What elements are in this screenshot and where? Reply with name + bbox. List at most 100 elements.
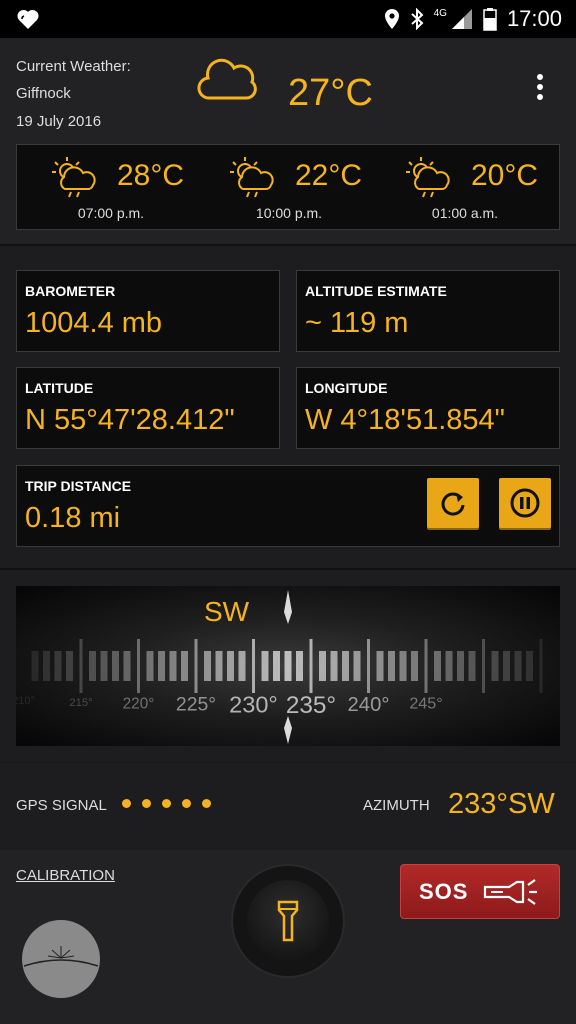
reset-trip-button[interactable] bbox=[427, 478, 479, 528]
compass-minor-tick bbox=[238, 651, 246, 681]
pause-icon bbox=[510, 488, 540, 518]
barometer-card: BAROMETER 1004.4 mb bbox=[16, 270, 280, 352]
trip-distance-label: TRIP DISTANCE bbox=[25, 478, 132, 494]
compass-minor-tick bbox=[146, 651, 154, 681]
flashlight-button-face bbox=[247, 880, 329, 962]
compass-minor-tick bbox=[169, 651, 177, 681]
divider bbox=[0, 568, 576, 570]
weather-panel[interactable]: Current Weather: Giffnock 19 July 2016 2… bbox=[0, 38, 576, 246]
compass-minor-tick bbox=[100, 651, 108, 681]
latitude-label: LATITUDE bbox=[25, 380, 94, 396]
compass-minor-tick bbox=[434, 651, 441, 681]
compass-major-tick bbox=[79, 639, 83, 693]
compass-minor-tick bbox=[54, 651, 62, 681]
compass-minor-tick bbox=[181, 651, 188, 681]
compass-minor-tick bbox=[261, 651, 269, 681]
status-bar: 4G 17:00 bbox=[0, 0, 576, 38]
longitude-card: LONGITUDE W 4°18'51.854" bbox=[296, 367, 560, 449]
compass-tick-label: 220° bbox=[123, 695, 155, 712]
compass-minor-tick bbox=[342, 651, 349, 681]
refresh-icon bbox=[441, 492, 465, 516]
longitude-value: W 4°18'51.854" bbox=[305, 404, 505, 436]
compass-minor-tick bbox=[66, 651, 73, 681]
bluetooth-icon bbox=[410, 8, 424, 30]
sos-label: SOS bbox=[419, 879, 469, 904]
compass-tick-label: 245° bbox=[409, 695, 442, 713]
forecast-time: 10:00 p.m. bbox=[255, 205, 323, 221]
compass-major-tick bbox=[309, 639, 313, 693]
compass-minor-tick bbox=[31, 651, 39, 681]
compass-major-tick bbox=[252, 639, 255, 693]
compass-tick-label: 210° bbox=[16, 695, 35, 707]
compass-minor-tick bbox=[411, 651, 418, 681]
overflow-menu-icon[interactable] bbox=[531, 74, 549, 108]
current-temperature: 27°C bbox=[288, 72, 373, 114]
forecast-item: 20°C 01:00 a.m. bbox=[375, 145, 555, 231]
gps-dot bbox=[162, 799, 171, 808]
latitude-value: N 55°47'28.412" bbox=[25, 404, 235, 436]
heart-icon bbox=[17, 9, 39, 29]
compass-minor-tick bbox=[491, 651, 499, 681]
compass-tick-label: 225° bbox=[176, 693, 216, 715]
network-type: 4G bbox=[433, 7, 447, 19]
forecast-strip: 28°C 07:00 p.m. 22°C 10:00 p.m. 20°C 01:… bbox=[16, 144, 560, 230]
pause-trip-button[interactable] bbox=[499, 478, 551, 528]
flashlight-icon bbox=[277, 900, 299, 942]
current-weather-label: Current Weather: bbox=[16, 58, 131, 75]
calibration-button[interactable] bbox=[22, 920, 100, 998]
compass-minor-tick bbox=[514, 651, 522, 681]
divider bbox=[0, 761, 576, 763]
clock: 17:00 bbox=[506, 6, 562, 31]
azimuth-label: AZIMUTH bbox=[363, 797, 430, 814]
weather-location: Giffnock bbox=[16, 85, 71, 102]
longitude-label: LONGITUDE bbox=[305, 380, 388, 396]
compass-major-tick bbox=[137, 639, 140, 693]
forecast-time: 07:00 p.m. bbox=[77, 205, 145, 221]
battery-icon bbox=[483, 8, 497, 31]
compass-tick-label: 240° bbox=[348, 694, 390, 716]
compass-strip[interactable]: 210° 215° 220° 225° 230° 235° 240° 245° SW bbox=[16, 586, 560, 746]
compass-minor-tick bbox=[353, 651, 361, 681]
forecast-temperature: 28°C bbox=[117, 159, 185, 192]
compass-tick-label: 215° bbox=[69, 697, 92, 709]
top-pointer-icon bbox=[284, 590, 292, 624]
azimuth-value: 233°SW bbox=[448, 788, 555, 820]
weather-date: 19 July 2016 bbox=[16, 113, 102, 130]
latitude-card: LATITUDE N 55°47'28.412" bbox=[16, 367, 280, 449]
compass-scale: 210° 215° 220° 225° 230° 235° 240° 245° bbox=[16, 590, 543, 744]
compass-minor-tick bbox=[399, 651, 407, 681]
compass-minor-tick bbox=[204, 651, 211, 681]
altitude-label: ALTITUDE ESTIMATE bbox=[305, 283, 447, 299]
forecast-item: 22°C 10:00 p.m. bbox=[199, 145, 379, 231]
compass-tick-label: 235° bbox=[286, 692, 336, 719]
compass-minor-tick bbox=[284, 651, 292, 681]
gps-dot bbox=[182, 799, 191, 808]
compass-tick-label: 230° bbox=[229, 692, 278, 718]
compass-minor-tick bbox=[319, 651, 326, 681]
calibration-link[interactable]: CALIBRATION bbox=[16, 867, 115, 884]
sun-cloud-rain-icon bbox=[52, 157, 96, 198]
forecast-time: 01:00 a.m. bbox=[431, 205, 499, 221]
location-icon bbox=[384, 9, 399, 29]
compass-minor-tick bbox=[112, 651, 119, 681]
barometer-value: 1004.4 mb bbox=[25, 307, 163, 339]
barometer-label: BAROMETER bbox=[25, 283, 116, 299]
signal-icon bbox=[451, 9, 472, 29]
bottom-bar: CALIBRATION SOS bbox=[0, 850, 576, 1024]
sos-button[interactable]: SOS bbox=[400, 864, 560, 919]
compass-minor-tick bbox=[227, 651, 234, 681]
gps-dot bbox=[202, 799, 211, 808]
compass-minor-tick bbox=[468, 651, 476, 681]
flashlight-button[interactable] bbox=[233, 866, 343, 976]
compass-minor-tick bbox=[376, 651, 384, 681]
flashlight-beam-icon bbox=[483, 879, 537, 905]
forecast-temperature: 20°C bbox=[471, 159, 539, 192]
cloud-icon bbox=[197, 58, 257, 100]
trip-distance-value: 0.18 mi bbox=[25, 502, 121, 534]
horizon-icon bbox=[23, 946, 99, 967]
forecast-temperature: 22°C bbox=[295, 159, 363, 192]
compass-minor-tick bbox=[388, 651, 395, 681]
compass-minor-tick bbox=[158, 651, 165, 681]
bottom-pointer-icon bbox=[284, 716, 292, 744]
compass-minor-tick bbox=[526, 651, 533, 681]
